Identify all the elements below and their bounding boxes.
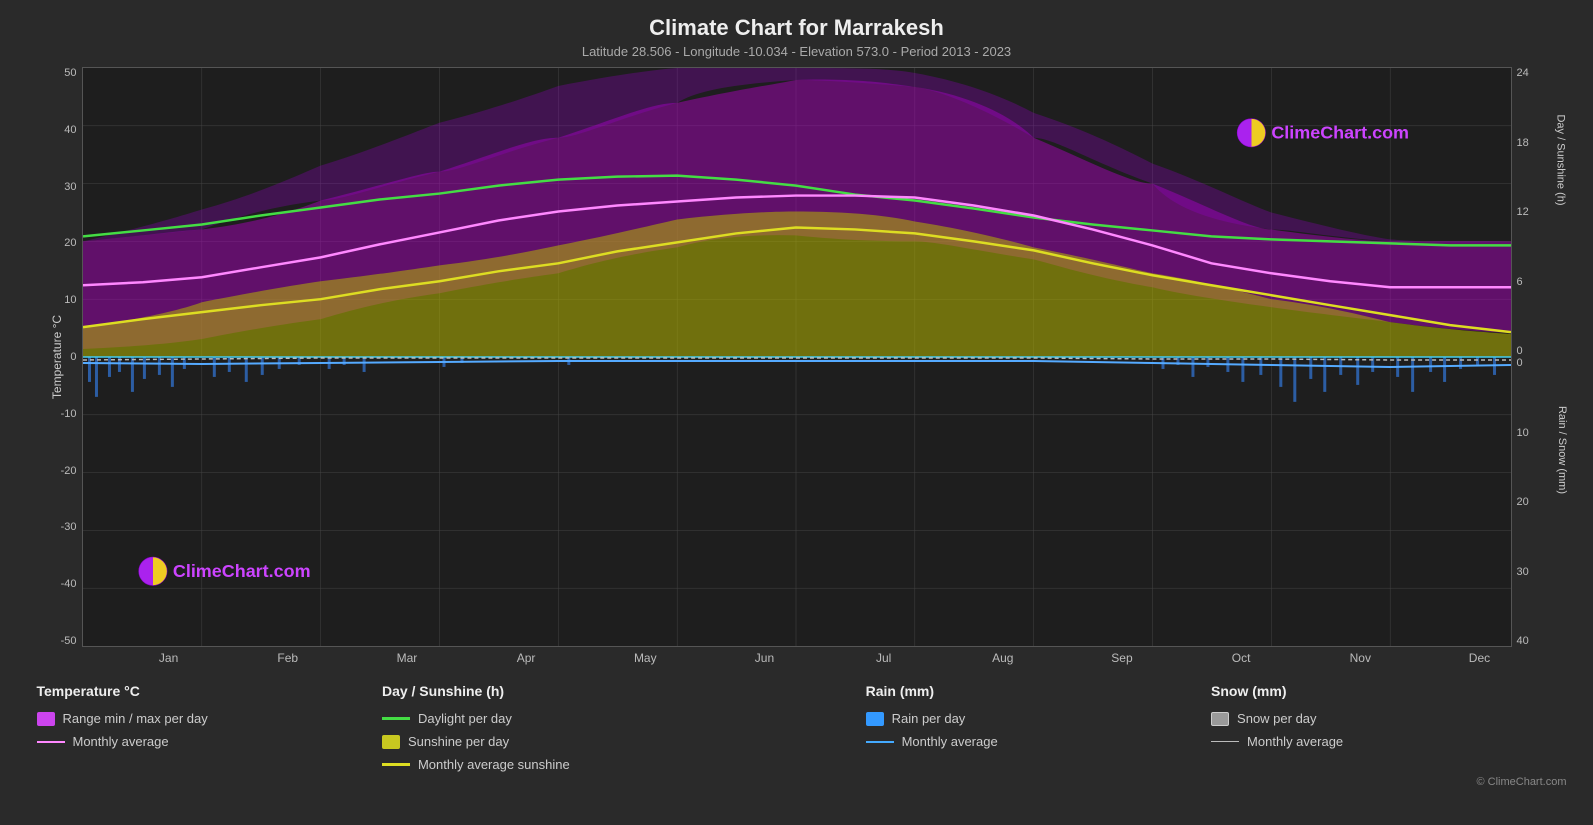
y-tick-10: 10 bbox=[64, 294, 76, 306]
legend-snow-avg: Monthly average bbox=[1211, 734, 1556, 749]
legend-rain-avg-label: Monthly average bbox=[902, 734, 998, 749]
x-tick-feb: Feb bbox=[228, 651, 347, 665]
y-tick-right-rain30: 30 bbox=[1517, 566, 1529, 578]
x-tick-jan: Jan bbox=[109, 651, 228, 665]
legend-daylight-line bbox=[382, 717, 410, 720]
y-tick-right-rain20: 20 bbox=[1517, 496, 1529, 508]
chart-container: Climate Chart for Marrakesh Latitude 28.… bbox=[0, 0, 1593, 825]
legend-sunshine-avg: Monthly average sunshine bbox=[382, 757, 866, 772]
y-tick-0: 0 bbox=[70, 351, 76, 363]
y-axis-left: Temperature °C 50 40 30 20 10 0 -10 -20 … bbox=[27, 67, 82, 647]
x-tick-nov: Nov bbox=[1301, 651, 1420, 665]
legend-snow-day: Snow per day bbox=[1211, 711, 1556, 726]
legend-rain-avg: Monthly average bbox=[866, 734, 1211, 749]
y-tick-right-rain40: 40 bbox=[1517, 635, 1529, 647]
legend-rain-day: Rain per day bbox=[866, 711, 1211, 726]
x-tick-dec: Dec bbox=[1420, 651, 1539, 665]
y-tick-50: 50 bbox=[64, 67, 76, 79]
legend-temp-range-label: Range min / max per day bbox=[63, 711, 208, 726]
y-tick-right-24: 24 bbox=[1517, 67, 1529, 79]
chart-area-wrapper: Temperature °C 50 40 30 20 10 0 -10 -20 … bbox=[27, 67, 1567, 647]
x-axis-labels: Jan Feb Mar Apr May Jun Jul Aug Sep Oct … bbox=[109, 651, 1539, 665]
svg-text:ClimeChart.com: ClimeChart.com bbox=[172, 561, 310, 581]
legend-temp-range: Range min / max per day bbox=[37, 711, 382, 726]
legend-sunshine: Day / Sunshine (h) Daylight per day Suns… bbox=[382, 683, 866, 772]
legend-snow: Snow (mm) Snow per day Monthly average bbox=[1211, 683, 1556, 772]
y-tick-40: 40 bbox=[64, 124, 76, 136]
y-tick-m40: -40 bbox=[61, 578, 77, 590]
legend-temp-range-swatch bbox=[37, 712, 55, 726]
x-tick-mar: Mar bbox=[347, 651, 466, 665]
y-tick-right-rain10: 10 bbox=[1517, 427, 1529, 439]
legend-temperature: Temperature °C Range min / max per day M… bbox=[37, 683, 382, 772]
chart-main: ClimeChart.com ClimeChart.com bbox=[82, 67, 1512, 647]
y-axis-right-bottom-label: Rain / Snow (mm) bbox=[1556, 406, 1568, 494]
legend-snow-avg-label: Monthly average bbox=[1247, 734, 1343, 749]
legend-daylight-label: Daylight per day bbox=[418, 711, 512, 726]
x-tick-sep: Sep bbox=[1062, 651, 1181, 665]
legend-sunshine-day-label: Sunshine per day bbox=[408, 734, 509, 749]
y-axis-left-label: Temperature °C bbox=[50, 315, 64, 399]
legend-snow-day-label: Snow per day bbox=[1237, 711, 1317, 726]
x-tick-jul: Jul bbox=[824, 651, 943, 665]
legend-temp-title: Temperature °C bbox=[37, 683, 382, 699]
legend-sunshine-day: Sunshine per day bbox=[382, 734, 866, 749]
y-tick-right-6: 6 bbox=[1517, 276, 1529, 288]
y-axis-right-top-label: Day / Sunshine (h) bbox=[1555, 114, 1567, 205]
legend-sunshine-day-swatch bbox=[382, 735, 400, 749]
legend-rain-title: Rain (mm) bbox=[866, 683, 1211, 699]
chart-subtitle: Latitude 28.506 - Longitude -10.034 - El… bbox=[582, 44, 1011, 59]
legend-rain-day-label: Rain per day bbox=[892, 711, 966, 726]
svg-text:ClimeChart.com: ClimeChart.com bbox=[1271, 123, 1409, 143]
legend-sunshine-title: Day / Sunshine (h) bbox=[382, 683, 866, 699]
y-tick-right-0: 0 bbox=[1517, 345, 1529, 357]
legend-temp-avg-line bbox=[37, 741, 65, 743]
y-tick-30: 30 bbox=[64, 181, 76, 193]
legend-sunshine-avg-label: Monthly average sunshine bbox=[418, 757, 570, 772]
legend-daylight: Daylight per day bbox=[382, 711, 866, 726]
x-tick-jun: Jun bbox=[705, 651, 824, 665]
y-tick-m30: -30 bbox=[61, 521, 77, 533]
y-tick-m10: -10 bbox=[61, 408, 77, 420]
x-tick-oct: Oct bbox=[1182, 651, 1301, 665]
x-tick-may: May bbox=[586, 651, 705, 665]
y-tick-20: 20 bbox=[64, 237, 76, 249]
legend-snow-title: Snow (mm) bbox=[1211, 683, 1556, 699]
x-tick-aug: Aug bbox=[943, 651, 1062, 665]
x-tick-apr: Apr bbox=[467, 651, 586, 665]
legend-snow-avg-line bbox=[1211, 741, 1239, 743]
legend-temp-avg: Monthly average bbox=[37, 734, 382, 749]
legend-rain-day-swatch bbox=[866, 712, 884, 726]
legend-sunshine-avg-line bbox=[382, 763, 410, 766]
legend-snow-day-swatch bbox=[1211, 712, 1229, 726]
y-tick-m50: -50 bbox=[61, 635, 77, 647]
y-tick-right-12: 12 bbox=[1517, 206, 1529, 218]
y-tick-right-18: 18 bbox=[1517, 137, 1529, 149]
y-tick-m20: -20 bbox=[61, 465, 77, 477]
y-tick-right-rain0: 0 bbox=[1517, 357, 1529, 369]
legend-rain: Rain (mm) Rain per day Monthly average bbox=[866, 683, 1211, 772]
copyright: © ClimeChart.com bbox=[27, 776, 1567, 788]
legend-temp-avg-label: Monthly average bbox=[73, 734, 169, 749]
legend-area: Temperature °C Range min / max per day M… bbox=[27, 683, 1567, 772]
chart-title: Climate Chart for Marrakesh bbox=[649, 15, 944, 41]
legend-rain-avg-line bbox=[866, 741, 894, 743]
chart-svg: ClimeChart.com ClimeChart.com bbox=[83, 68, 1511, 646]
y-axis-right: 24 18 12 6 0 0 10 20 30 40 Day / Sunshin… bbox=[1512, 67, 1567, 647]
